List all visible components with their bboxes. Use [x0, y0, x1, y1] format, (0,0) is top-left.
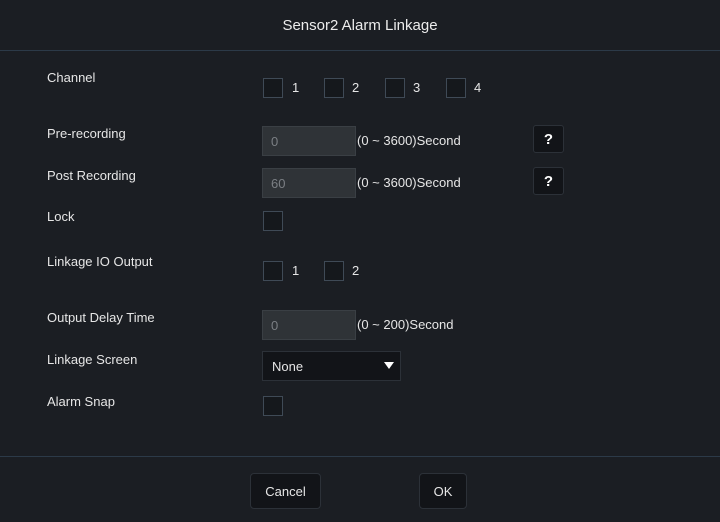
channel-2-number: 2 — [352, 80, 360, 95]
io-output-2-checkbox[interactable] — [324, 261, 344, 281]
channel-1-checkbox[interactable] — [263, 78, 283, 98]
output-delay-time-label: Output Delay Time — [47, 310, 155, 325]
post-recording-help-button[interactable]: ? — [533, 167, 564, 195]
channel-4-checkbox[interactable] — [446, 78, 466, 98]
channel-1-number: 1 — [292, 80, 300, 95]
lock-checkbox[interactable] — [263, 211, 283, 231]
alarm-snap-label: Alarm Snap — [47, 394, 115, 409]
sensor-alarm-linkage-dialog: Sensor2 Alarm Linkage Channel 1 2 3 4 Pr… — [0, 0, 720, 522]
lock-label: Lock — [47, 209, 75, 224]
linkage-io-output-label: Linkage IO Output — [47, 254, 153, 269]
pre-recording-help-button[interactable]: ? — [533, 125, 564, 153]
channel-label: Channel — [47, 70, 96, 85]
linkage-screen-label: Linkage Screen — [47, 352, 138, 367]
io-output-1-checkbox[interactable] — [263, 261, 283, 281]
footer-divider — [0, 456, 720, 457]
dialog-title: Sensor2 Alarm Linkage — [282, 16, 438, 34]
post-recording-range: (0 ~ 3600)Second — [357, 175, 461, 190]
pre-recording-label: Pre-recording — [47, 126, 126, 141]
channel-3-number: 3 — [413, 80, 421, 95]
pre-recording-range: (0 ~ 3600)Second — [357, 133, 461, 148]
dropdown-arrow-icon — [384, 362, 394, 369]
output-delay-time-range: (0 ~ 200)Second — [357, 317, 454, 332]
post-recording-label: Post Recording — [47, 168, 136, 183]
channel-2-checkbox[interactable] — [324, 78, 344, 98]
linkage-screen-select[interactable]: None — [262, 351, 401, 381]
alarm-snap-checkbox[interactable] — [263, 396, 283, 416]
title-bar: Sensor2 Alarm Linkage — [0, 0, 720, 51]
post-recording-input[interactable] — [262, 168, 356, 198]
output-delay-time-input[interactable] — [262, 310, 356, 340]
cancel-button[interactable]: Cancel — [250, 473, 321, 509]
channel-3-checkbox[interactable] — [385, 78, 405, 98]
ok-button[interactable]: OK — [419, 473, 467, 509]
pre-recording-input[interactable] — [262, 126, 356, 156]
linkage-screen-selected-value: None — [272, 358, 304, 374]
io-output-1-number: 1 — [292, 263, 300, 278]
io-output-2-number: 2 — [352, 263, 360, 278]
channel-4-number: 4 — [474, 80, 482, 95]
